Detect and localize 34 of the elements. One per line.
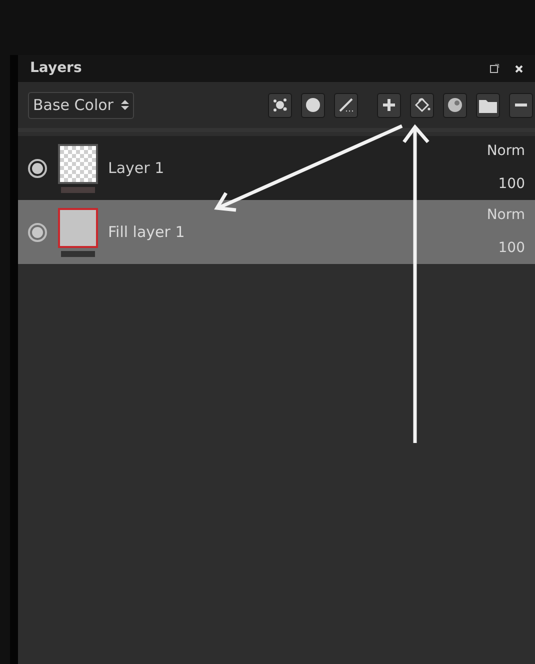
channel-dropdown[interactable]: Base Color xyxy=(28,92,134,118)
splat-icon xyxy=(272,97,288,113)
toolbar-button[interactable] xyxy=(301,92,325,118)
paint-bucket-icon xyxy=(413,97,431,113)
toolbar-button[interactable] xyxy=(334,92,358,118)
layer-color-bar xyxy=(61,250,95,256)
layer-name: Fill layer 1 xyxy=(108,222,185,243)
layer-thumbnail xyxy=(58,144,98,184)
layer-name: Layer 1 xyxy=(108,158,164,179)
blend-mode[interactable]: Norm xyxy=(486,141,525,162)
undock-icon[interactable] xyxy=(490,64,499,73)
layer-color-bar xyxy=(61,186,95,192)
opacity-value[interactable]: 100 xyxy=(498,174,525,195)
ball-icon xyxy=(447,97,463,113)
brush-icon xyxy=(338,97,354,113)
close-icon[interactable] xyxy=(515,64,523,72)
visibility-toggle[interactable] xyxy=(28,158,46,178)
toolbar-button[interactable] xyxy=(509,92,533,118)
blend-mode[interactable]: Norm xyxy=(486,205,525,226)
opacity-value[interactable]: 100 xyxy=(498,238,525,259)
panel-title: Layers xyxy=(30,59,82,78)
layer-thumbnail xyxy=(58,208,98,248)
toolbar-button[interactable] xyxy=(443,92,467,118)
layer-row[interactable]: Layer 1 Norm 100 xyxy=(18,136,535,200)
plus-icon xyxy=(382,98,396,112)
visibility-toggle[interactable] xyxy=(28,222,46,242)
spinner-icon xyxy=(121,99,130,111)
circle-icon xyxy=(305,97,321,113)
toolbar-button[interactable] xyxy=(268,92,292,118)
toolbar-button[interactable] xyxy=(476,92,500,118)
toolbar-button[interactable] xyxy=(410,92,434,118)
toolbar-button[interactable] xyxy=(377,92,401,118)
folder-icon xyxy=(479,98,497,112)
layer-row[interactable]: Fill layer 1 Norm 100 xyxy=(18,200,535,264)
